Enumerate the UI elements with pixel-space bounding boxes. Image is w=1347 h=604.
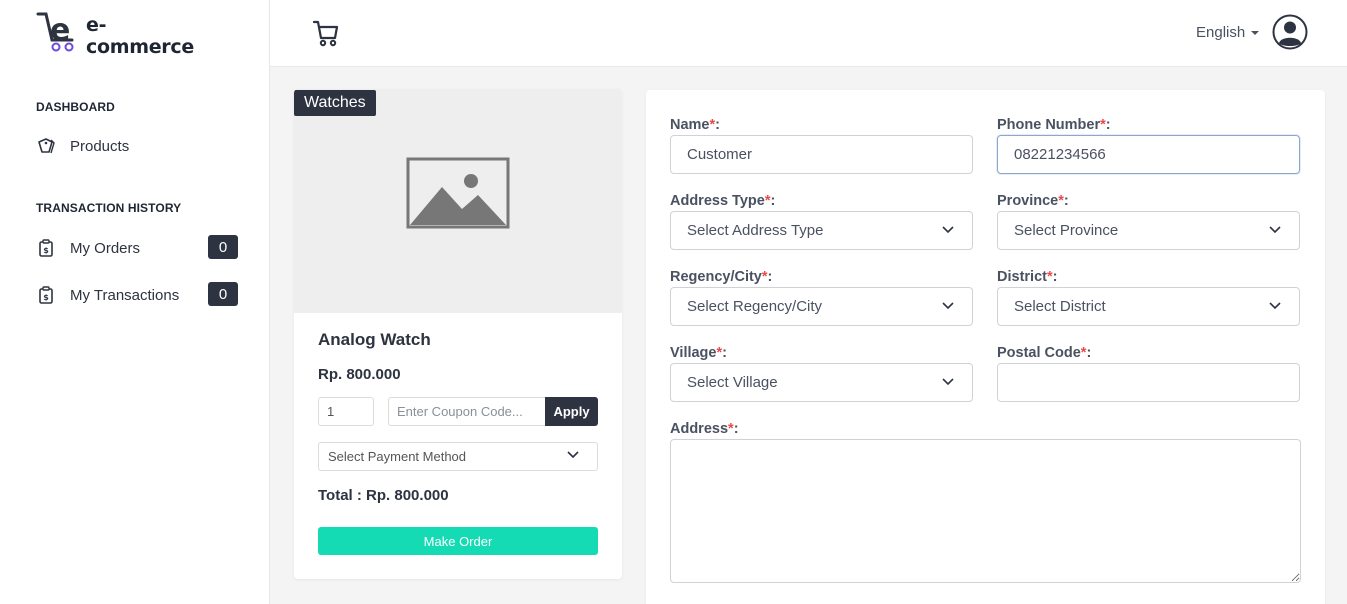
postal-code-field[interactable]: [997, 363, 1300, 402]
chevron-down-icon: [1269, 302, 1281, 310]
svg-text:$: $: [43, 293, 49, 302]
address-textarea[interactable]: [670, 439, 1301, 583]
address-type-placeholder: Select Address Type: [687, 222, 824, 239]
chevron-down-icon: [942, 302, 954, 310]
phone-label: Phone Number*:: [997, 117, 1111, 133]
chevron-down-icon: [1269, 226, 1281, 234]
category-tag: Watches: [294, 90, 376, 116]
order-total: Total : Rp. 800.000: [318, 487, 449, 504]
phone-field[interactable]: [997, 135, 1300, 174]
name-field[interactable]: [670, 135, 973, 174]
product-image: [294, 89, 622, 313]
village-label: Village*:: [670, 345, 727, 361]
sidebar-item-label: My Transactions: [70, 286, 180, 304]
shipping-form: Name*: Phone Number*: Address Type*: Sel…: [646, 90, 1325, 604]
image-placeholder-icon: [406, 157, 510, 229]
cart-logo-icon: e: [36, 12, 74, 52]
sidebar-item-products[interactable]: Products: [36, 133, 238, 159]
phone-input[interactable]: [1014, 146, 1299, 163]
section-title-dashboard: DASHBOARD: [36, 100, 115, 114]
province-select[interactable]: Select Province: [997, 211, 1300, 250]
transactions-count-badge: 0: [208, 282, 238, 306]
sidebar-item-label: My Orders: [70, 239, 141, 257]
chevron-down-icon: [567, 451, 579, 459]
apply-coupon-button[interactable]: Apply: [545, 397, 598, 426]
tags-icon: [36, 136, 56, 156]
district-placeholder: Select District: [1014, 298, 1106, 315]
orders-count-badge: 0: [208, 235, 238, 259]
village-placeholder: Select Village: [687, 374, 778, 391]
receipt-icon: $: [36, 238, 56, 258]
payment-method-select[interactable]: Select Payment Method: [318, 442, 598, 471]
top-header: English: [270, 0, 1347, 67]
regency-label: Regency/City*:: [670, 269, 773, 285]
payment-method-placeholder: Select Payment Method: [328, 449, 467, 464]
district-label: District*:: [997, 269, 1058, 285]
chevron-down-icon: [942, 378, 954, 386]
chevron-down-icon: [942, 226, 954, 234]
village-select[interactable]: Select Village: [670, 363, 973, 402]
address-type-label: Address Type*:: [670, 193, 776, 209]
receipt-icon: $: [36, 285, 56, 305]
sidebar-item-label: Products: [70, 137, 130, 155]
address-label: Address*:: [670, 421, 739, 437]
sidebar-item-my-transactions[interactable]: $ My Transactions 0: [36, 282, 238, 308]
product-card: Watches Analog Watch Rp. 800.000 Apply S…: [294, 89, 622, 579]
caret-down-icon: [1251, 30, 1260, 35]
district-select[interactable]: Select District: [997, 287, 1300, 326]
section-title-transaction-history: TRANSACTION HISTORY: [36, 201, 182, 215]
product-name: Analog Watch: [318, 330, 431, 349]
coupon-code-input[interactable]: [388, 397, 546, 426]
svg-text:e: e: [50, 13, 70, 48]
language-dropdown[interactable]: English: [1196, 24, 1260, 41]
name-label: Name*:: [670, 117, 720, 133]
sidebar-item-my-orders[interactable]: $ My Orders 0: [36, 235, 238, 261]
logo-text: e-commerce: [86, 14, 194, 58]
regency-select[interactable]: Select Regency/City: [670, 287, 973, 326]
user-circle-icon[interactable]: [1272, 14, 1308, 50]
name-input[interactable]: [687, 146, 972, 163]
make-order-button[interactable]: Make Order: [318, 527, 598, 555]
province-placeholder: Select Province: [1014, 222, 1119, 239]
sidebar: e e-commerce DASHBOARD Products TRANSACT…: [0, 0, 270, 604]
product-price: Rp. 800.000: [318, 366, 401, 383]
address-type-select[interactable]: Select Address Type: [670, 211, 973, 250]
postal-code-input[interactable]: [1014, 374, 1299, 391]
quantity-input[interactable]: [318, 397, 374, 426]
language-label: English: [1196, 24, 1246, 41]
regency-placeholder: Select Regency/City: [687, 298, 823, 315]
postal-code-label: Postal Code*:: [997, 345, 1092, 361]
svg-text:$: $: [43, 246, 49, 255]
cart-icon[interactable]: [312, 18, 340, 48]
logo[interactable]: e e-commerce: [36, 10, 196, 58]
province-label: Province*:: [997, 193, 1069, 209]
